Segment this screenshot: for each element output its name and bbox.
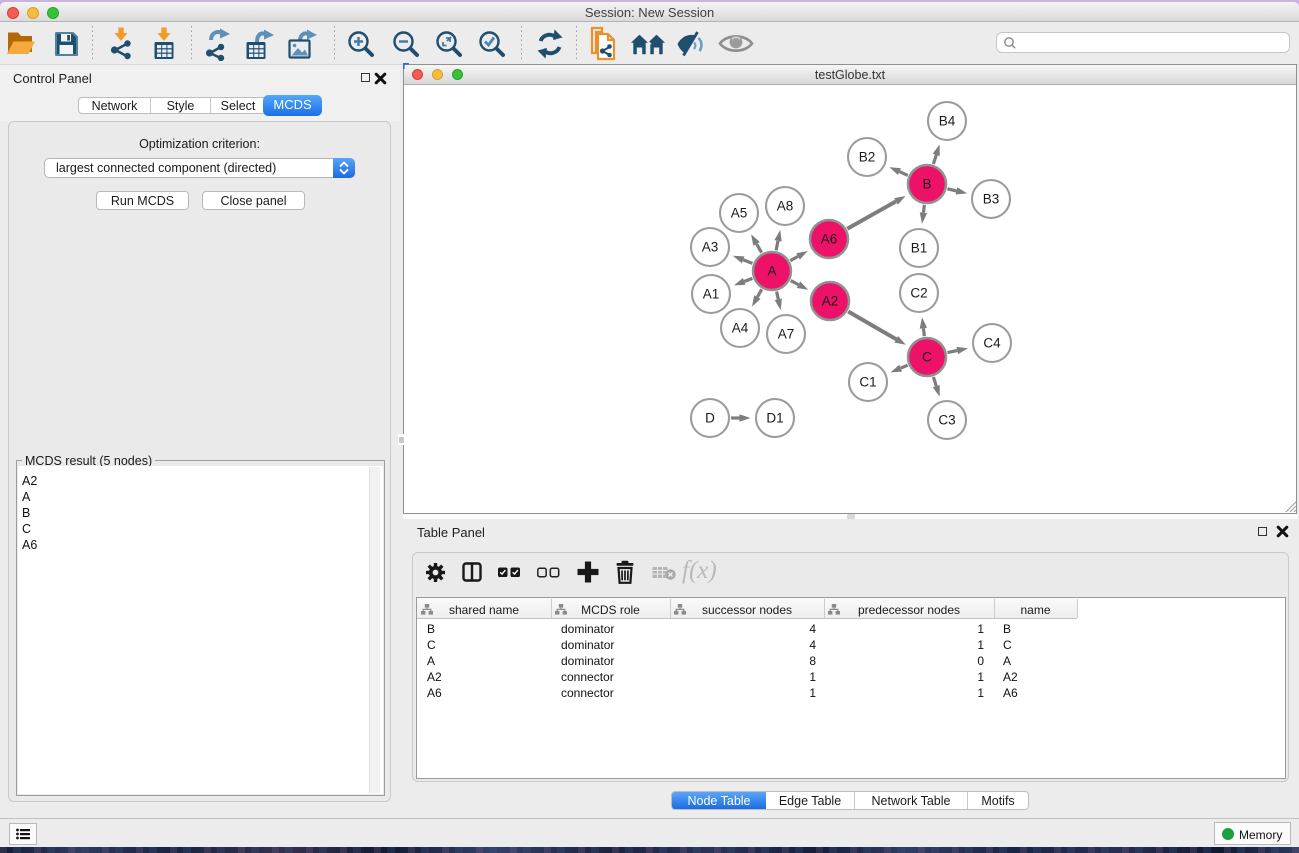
svg-text:A7: A7: [778, 327, 795, 342]
svg-text:C3: C3: [938, 413, 955, 428]
svg-text:A4: A4: [732, 321, 749, 336]
svg-text:A: A: [767, 264, 776, 279]
svg-text:A3: A3: [702, 240, 719, 255]
svg-text:C: C: [922, 350, 932, 365]
svg-text:B: B: [922, 177, 931, 192]
svg-text:B4: B4: [939, 114, 956, 129]
svg-text:C1: C1: [859, 375, 876, 390]
svg-text:A5: A5: [731, 206, 748, 221]
svg-text:B2: B2: [859, 150, 876, 165]
svg-text:C2: C2: [910, 286, 927, 301]
svg-text:A6: A6: [821, 232, 838, 247]
svg-text:A1: A1: [703, 287, 720, 302]
svg-text:A8: A8: [777, 199, 794, 214]
svg-text:A2: A2: [822, 294, 839, 309]
svg-text:B3: B3: [983, 192, 1000, 207]
svg-text:D1: D1: [766, 411, 783, 426]
svg-text:C4: C4: [983, 336, 1001, 351]
svg-text:B1: B1: [911, 241, 928, 256]
svg-text:D: D: [705, 411, 715, 426]
